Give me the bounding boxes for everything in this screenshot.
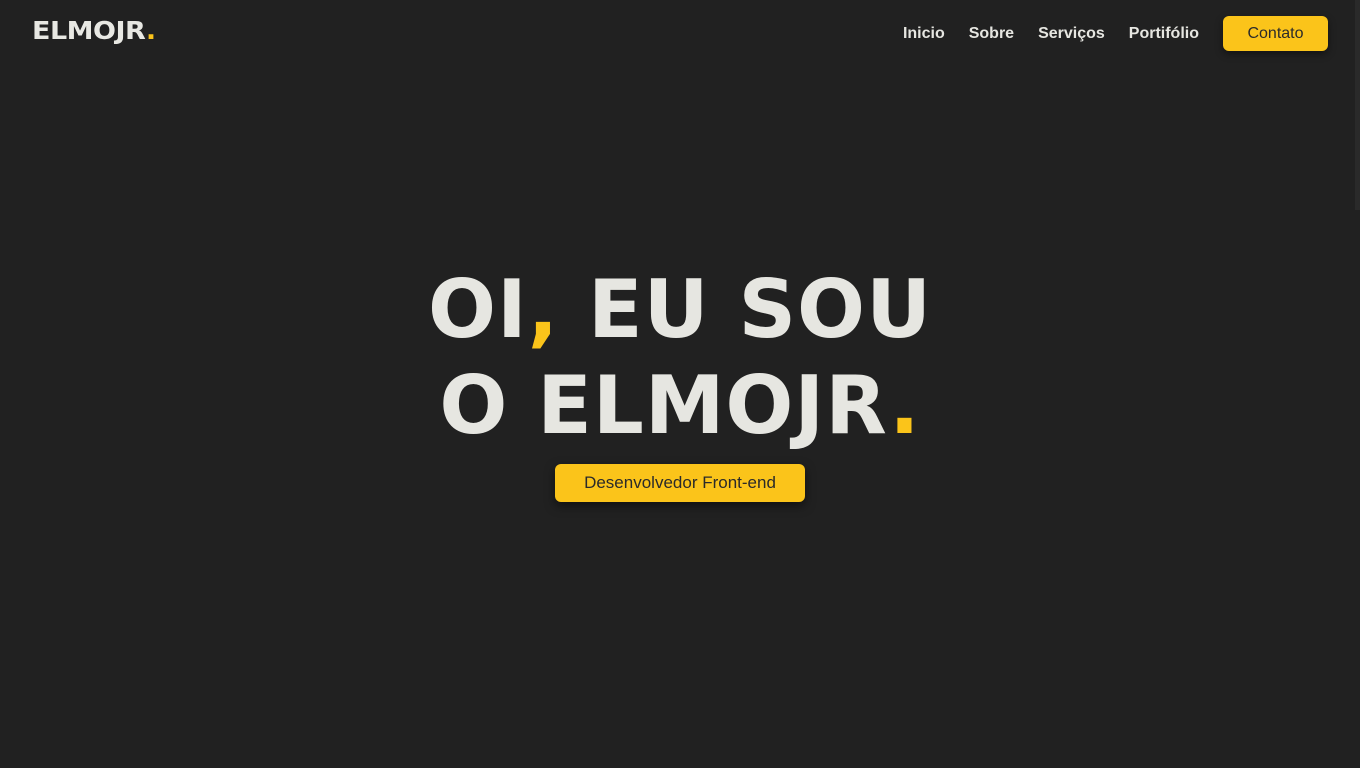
- scrollbar[interactable]: [1355, 0, 1360, 210]
- nav-link-portifolio[interactable]: Portifólio: [1129, 16, 1199, 51]
- hero-greeting: OI: [427, 263, 528, 356]
- hero-dot: .: [889, 359, 921, 452]
- hero-intro: EU SOU: [559, 263, 933, 356]
- hero-title-line-2: O ELMOJR.: [0, 358, 1360, 454]
- logo-text: ELMOJR: [32, 17, 146, 46]
- hero-comma: ,: [527, 263, 560, 356]
- logo-dot: .: [145, 17, 156, 46]
- nav-link-inicio[interactable]: Inicio: [903, 16, 945, 51]
- hero-title-line-1: OI, EU SOU: [0, 262, 1360, 358]
- nav-link-servicos[interactable]: Serviços: [1038, 16, 1105, 51]
- logo[interactable]: ELMOJR.: [32, 17, 156, 46]
- site-header: ELMOJR. Inicio Sobre Serviços Portifólio…: [0, 0, 1360, 66]
- hero-name: O ELMOJR: [439, 359, 890, 452]
- role-badge: Desenvolvedor Front-end: [555, 464, 805, 502]
- hero-title: OI, EU SOU O ELMOJR.: [0, 262, 1360, 454]
- hero-section: OI, EU SOU O ELMOJR. Desenvolvedor Front…: [0, 262, 1360, 502]
- main-nav: Inicio Sobre Serviços Portifólio Contato: [903, 16, 1328, 51]
- nav-link-sobre[interactable]: Sobre: [969, 16, 1014, 51]
- contact-button[interactable]: Contato: [1223, 16, 1328, 51]
